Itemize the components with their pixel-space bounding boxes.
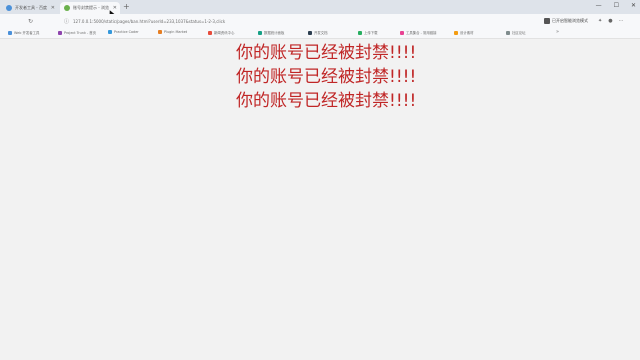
lock-icon[interactable]: ⓘ <box>64 18 69 25</box>
bookmark-icon <box>58 30 62 35</box>
tab-favicon <box>6 5 12 11</box>
minimize-icon[interactable]: — <box>596 2 602 9</box>
extensions-icon[interactable]: ✦ <box>598 18 602 24</box>
mode-label[interactable]: 已开启智能浏览模式 <box>552 18 588 24</box>
address-text: 127.0.0.1:5000/static/pages/ban.html?use… <box>73 18 226 24</box>
menu-icon[interactable]: ⋯ <box>619 18 624 24</box>
bookmark-icon <box>454 30 458 35</box>
page-content: 你的账号已经被封禁!!!! 你的账号已经被封禁!!!! 你的账号已经被封禁!!!… <box>0 39 640 360</box>
tab-favicon <box>64 5 70 11</box>
ban-message: 你的账号已经被封禁!!!! <box>236 43 417 63</box>
bookmark-item[interactable]: Project Trunk - 首页 <box>58 30 96 35</box>
bookmark-item[interactable]: 开发文档 <box>308 30 328 35</box>
tab-label: 账号封禁提示 - 浏览 <box>73 5 109 10</box>
ban-message: 你的账号已经被封禁!!!! <box>236 91 417 111</box>
bookmark-label: 设计素材 <box>460 31 474 35</box>
tab-strip: 开发者工具 - 百度 ✕ 账号封禁提示 - 浏览 ✕ + — ☐ ✕ <box>0 0 640 17</box>
maximize-icon[interactable]: ☐ <box>614 2 619 9</box>
mode-icon <box>544 18 550 24</box>
close-icon[interactable]: ✕ <box>51 5 55 11</box>
bookmark-label: 新闻资讯中心 <box>214 31 235 35</box>
bookmark-icon <box>506 30 510 35</box>
close-window-icon[interactable]: ✕ <box>631 2 636 9</box>
ban-message: 你的账号已经被封禁!!!! <box>236 67 417 87</box>
bookmark-icon <box>308 30 312 35</box>
bookmark-label: Practice Coder <box>114 30 139 34</box>
bookmark-label: Project Trunk - 首页 <box>64 31 97 35</box>
tab-first[interactable]: 开发者工具 - 百度 ✕ <box>2 2 58 14</box>
bookmark-label: 社区论坛 <box>512 31 526 35</box>
browser-right-controls: 已开启智能浏览模式 ✦ ● ⋯ <box>544 17 624 25</box>
window-controls: — ☐ ✕ <box>596 2 636 9</box>
bookmark-icon <box>358 30 362 35</box>
bookmark-icon <box>400 30 404 35</box>
bookmark-icon <box>108 30 112 34</box>
bookmark-item[interactable]: Practice Coder <box>108 30 139 34</box>
bookmark-item[interactable]: Web 开发者工具 <box>8 30 39 35</box>
reload-icon[interactable]: ↻ <box>28 18 33 25</box>
address-bar[interactable]: ⓘ 127.0.0.1:5000/static/pages/ban.html?u… <box>58 16 534 26</box>
bookmark-label: 开发文档 <box>314 31 328 35</box>
new-tab-button[interactable]: + <box>123 2 130 12</box>
profile-icon[interactable]: ● <box>608 18 612 24</box>
bookmarks-overflow-icon[interactable]: » <box>556 29 559 35</box>
bookmark-icon <box>258 30 262 35</box>
close-icon[interactable]: ✕ <box>113 5 117 11</box>
bookmark-item[interactable]: 社区论坛 <box>506 30 526 35</box>
bookmark-item[interactable]: 上传下载 <box>358 30 378 35</box>
bookmarks-bar: Web 开发者工具 Project Trunk - 首页 Practice Co… <box>0 28 640 39</box>
bookmark-label: 上传下载 <box>364 31 378 35</box>
bookmark-label: Plugin Market <box>164 30 188 34</box>
bookmark-icon <box>208 30 212 35</box>
bookmark-item[interactable]: 新闻资讯中心 <box>208 30 234 35</box>
bookmark-item[interactable]: Plugin Market <box>158 30 187 34</box>
bookmark-label: 数据统计面板 <box>264 31 285 35</box>
bookmark-label: 工具集合 - 常用链接 <box>406 31 437 35</box>
tab-label: 开发者工具 - 百度 <box>15 5 47 10</box>
bookmark-item[interactable]: 工具集合 - 常用链接 <box>400 30 437 35</box>
bookmark-label: Web 开发者工具 <box>14 31 40 35</box>
bookmark-icon <box>158 30 162 34</box>
bookmark-icon <box>8 30 12 35</box>
bookmark-item[interactable]: 设计素材 <box>454 30 474 35</box>
bookmark-item[interactable]: 数据统计面板 <box>258 30 284 35</box>
navigation-bar: ↻ ⓘ 127.0.0.1:5000/static/pages/ban.html… <box>0 14 640 28</box>
